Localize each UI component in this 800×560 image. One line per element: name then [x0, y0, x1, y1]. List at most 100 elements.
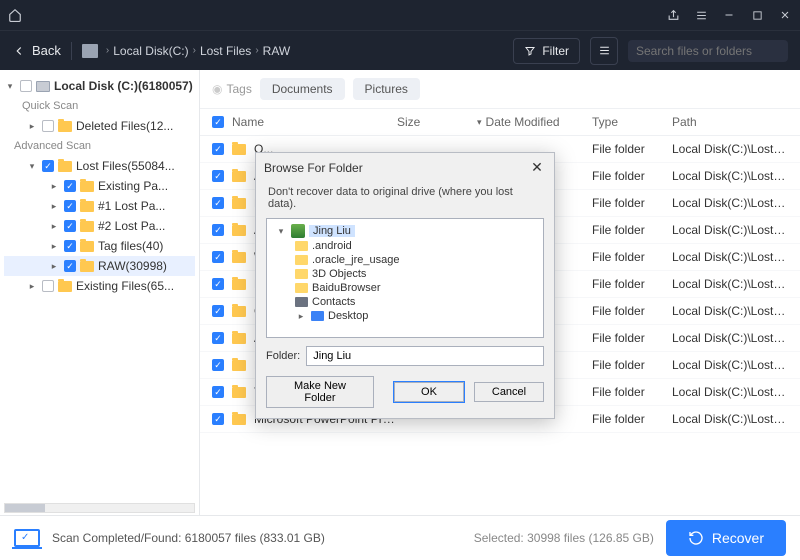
row-path: Local Disk(C:)\Lost F...: [672, 196, 788, 210]
share-icon[interactable]: [666, 8, 680, 22]
tree-item[interactable]: .oracle_jre_usage: [273, 253, 537, 267]
tree-item[interactable]: BaiduBrowser: [273, 281, 537, 295]
checkbox[interactable]: ✓: [212, 143, 224, 155]
back-button[interactable]: Back: [12, 43, 61, 58]
row-path: Local Disk(C:)\Lost F...: [672, 331, 788, 345]
sidebar-item-lostpa1[interactable]: ▸✓#1 Lost Pa...: [4, 196, 195, 216]
sidebar-item-lostfiles[interactable]: ▾✓Lost Files(55084...: [4, 156, 195, 176]
checkbox[interactable]: ✓: [212, 251, 224, 263]
checkbox[interactable]: ✓: [212, 197, 224, 209]
sidebar-item-lostpa2[interactable]: ▸✓#2 Lost Pa...: [4, 216, 195, 236]
tree-item-label: 3D Objects: [312, 268, 366, 280]
chevron-right-icon: ›: [193, 45, 196, 56]
tree-user[interactable]: Jing Liu: [309, 225, 355, 237]
crumb-seg[interactable]: Local Disk(C:): [113, 44, 188, 58]
search-input[interactable]: [636, 44, 791, 58]
minimize-icon[interactable]: [722, 8, 736, 22]
checkbox[interactable]: ✓: [212, 170, 224, 182]
folder-icon: [80, 241, 94, 252]
crumb-seg[interactable]: Lost Files: [200, 44, 251, 58]
checkbox[interactable]: [42, 280, 54, 292]
row-path: Local Disk(C:)\Lost F...: [672, 358, 788, 372]
menu-icon[interactable]: [694, 8, 708, 22]
col-size[interactable]: Size: [397, 115, 477, 129]
sidebar-section-label: Quick Scan: [4, 96, 195, 116]
sidebar-root[interactable]: ▾Local Disk (C:)(6180057): [4, 76, 195, 96]
horizontal-scrollbar[interactable]: [4, 503, 195, 513]
folder-icon: [232, 252, 246, 263]
checkbox[interactable]: ✓: [64, 220, 76, 232]
row-type: File folder: [592, 304, 672, 318]
footer: ✓ Scan Completed/Found: 6180057 files (8…: [0, 515, 800, 560]
col-name[interactable]: Name: [232, 115, 264, 129]
tree-item-label: BaiduBrowser: [312, 282, 380, 294]
row-type: File folder: [592, 142, 672, 156]
ok-button[interactable]: OK: [394, 382, 464, 402]
tag-chip-documents[interactable]: Documents: [260, 78, 345, 100]
col-type[interactable]: Type: [592, 115, 672, 129]
recover-button[interactable]: Recover: [666, 520, 786, 556]
checkbox[interactable]: ✓: [212, 305, 224, 317]
row-type: File folder: [592, 196, 672, 210]
folder-icon: [232, 387, 246, 398]
checkbox[interactable]: ✓: [64, 180, 76, 192]
sidebar-item-existingfiles[interactable]: ▸Existing Files(65...: [4, 276, 195, 296]
col-path[interactable]: Path: [672, 115, 788, 129]
make-new-folder-button[interactable]: Make New Folder: [266, 376, 374, 408]
tree-item[interactable]: 3D Objects: [273, 267, 537, 281]
contacts-icon: [295, 297, 308, 307]
folder-icon: [80, 201, 94, 212]
checkbox[interactable]: ✓: [212, 359, 224, 371]
select-all-checkbox[interactable]: ✓: [212, 116, 224, 128]
dialog-title: Browse For Folder: [264, 161, 363, 175]
tree-item[interactable]: ▸Desktop: [273, 309, 537, 323]
user-icon: [291, 224, 305, 238]
sidebar-item-raw[interactable]: ▸✓RAW(30998): [4, 256, 195, 276]
toolbar: Back › Local Disk(C:) › Lost Files › RAW…: [0, 30, 800, 70]
checkbox[interactable]: ✓: [64, 240, 76, 252]
checkbox[interactable]: ✓: [212, 332, 224, 344]
row-path: Local Disk(C:)\Lost F...: [672, 169, 788, 183]
recover-label: Recover: [712, 530, 764, 546]
folder-input[interactable]: [306, 346, 544, 366]
tag-chip-pictures[interactable]: Pictures: [353, 78, 420, 100]
sidebar-section-label: Advanced Scan: [4, 136, 195, 156]
cancel-button[interactable]: Cancel: [474, 382, 544, 402]
checkbox[interactable]: [20, 80, 32, 92]
checkbox[interactable]: ✓: [42, 160, 54, 172]
row-path: Local Disk(C:)\Lost F...: [672, 412, 788, 426]
home-icon[interactable]: [8, 8, 22, 22]
close-icon[interactable]: [778, 8, 792, 22]
filter-button[interactable]: Filter: [513, 38, 580, 64]
sidebar-item-label: Tag files(40): [98, 239, 163, 253]
folder-icon: [295, 255, 308, 265]
folder-icon: [232, 225, 246, 236]
row-path: Local Disk(C:)\Lost F...: [672, 277, 788, 291]
sidebar-item-deleted[interactable]: ▸Deleted Files(12...: [4, 116, 195, 136]
folder-icon: [80, 261, 94, 272]
search-box[interactable]: [628, 40, 788, 62]
sidebar-item-tagfiles[interactable]: ▸✓Tag files(40): [4, 236, 195, 256]
checkbox[interactable]: ✓: [64, 200, 76, 212]
checkbox[interactable]: ✓: [64, 260, 76, 272]
tree-item[interactable]: .android: [273, 239, 537, 253]
col-date[interactable]: ▾Date Modified: [477, 115, 592, 129]
row-type: File folder: [592, 331, 672, 345]
folder-tree[interactable]: ▾Jing Liu .android.oracle_jre_usage3D Ob…: [266, 218, 544, 338]
folder-icon: [80, 181, 94, 192]
sidebar-item-label: #1 Lost Pa...: [98, 199, 165, 213]
maximize-icon[interactable]: [750, 8, 764, 22]
sidebar-item-existingpa[interactable]: ▸✓Existing Pa...: [4, 176, 195, 196]
view-list-button[interactable]: [590, 37, 618, 65]
checkbox[interactable]: ✓: [212, 386, 224, 398]
row-type: File folder: [592, 358, 672, 372]
close-icon[interactable]: ✕: [528, 159, 546, 176]
checkbox[interactable]: [42, 120, 54, 132]
breadcrumb: › Local Disk(C:) › Lost Files › RAW: [82, 44, 290, 58]
column-headers: ✓ Name Size ▾Date Modified Type Path: [200, 109, 800, 136]
crumb-seg[interactable]: RAW: [263, 44, 291, 58]
tree-item[interactable]: Contacts: [273, 295, 537, 309]
checkbox[interactable]: ✓: [212, 278, 224, 290]
checkbox[interactable]: ✓: [212, 413, 224, 425]
checkbox[interactable]: ✓: [212, 224, 224, 236]
